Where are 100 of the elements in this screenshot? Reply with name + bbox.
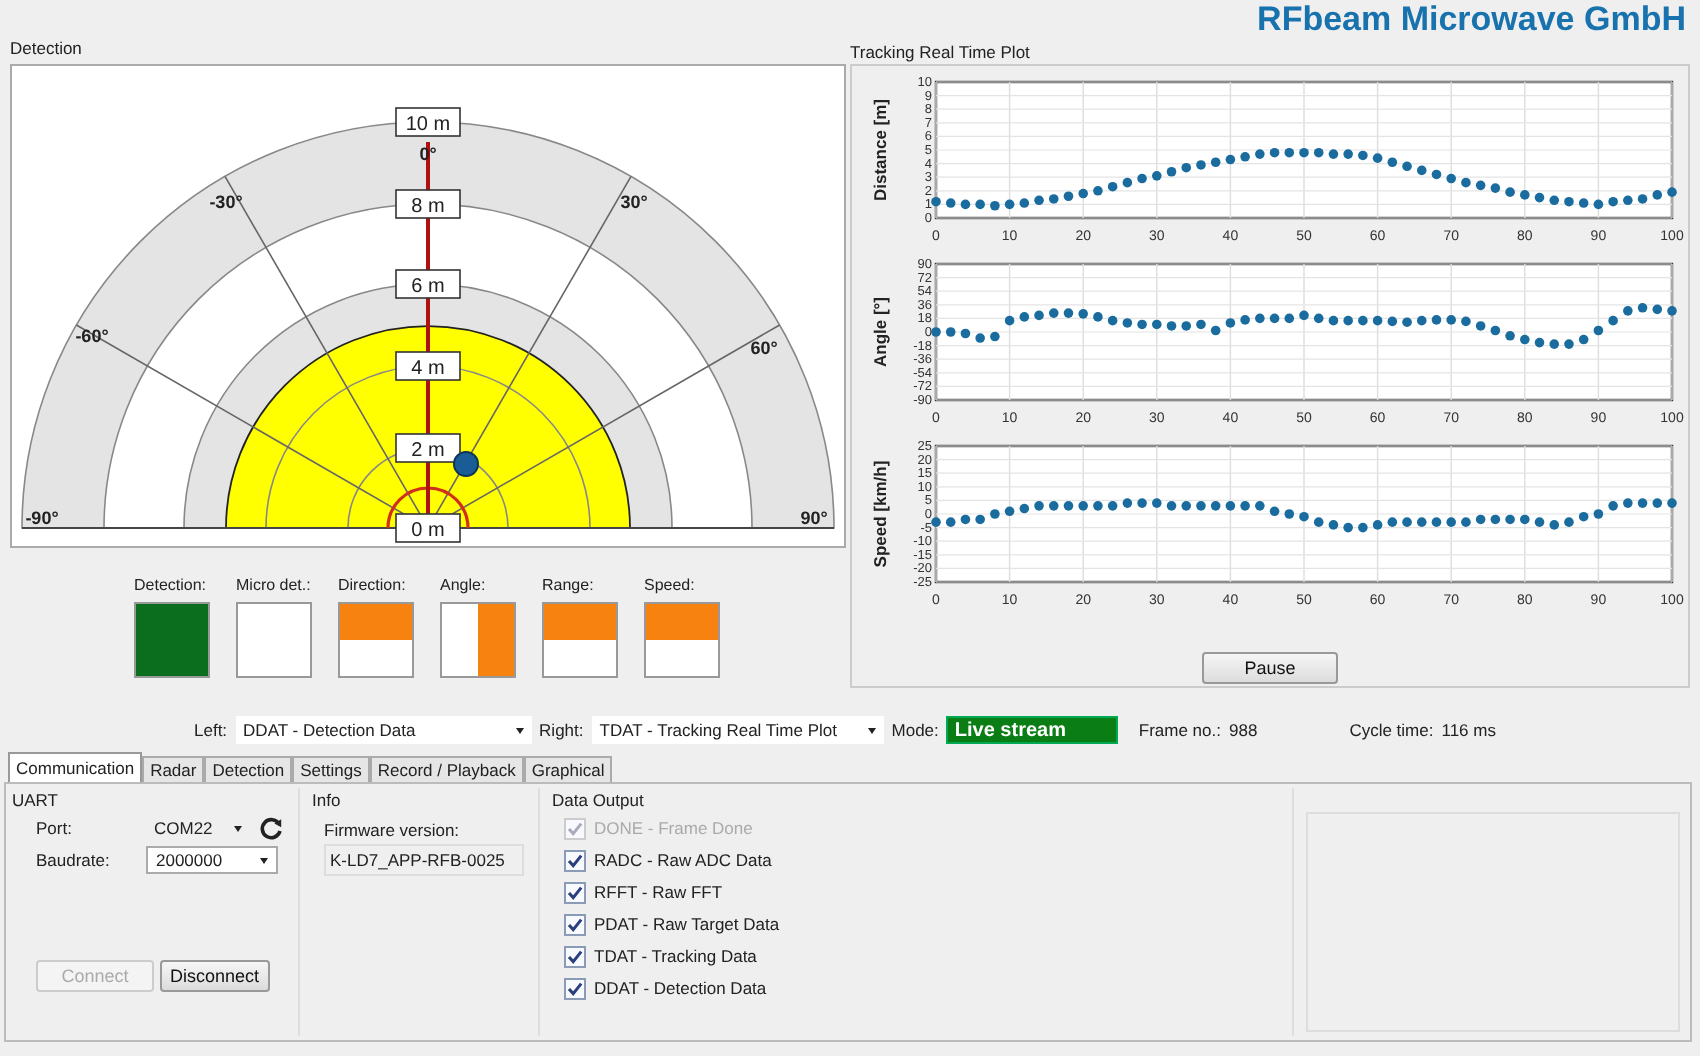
data-point [1475,514,1486,525]
data-point [1078,188,1088,199]
data-point [1225,501,1236,511]
data-point [1166,501,1177,511]
checkbox-label: DDAT - Detection Data [594,978,767,998]
data-point [1372,315,1383,326]
data-point [1166,321,1177,331]
axis-label: Angle [°] [870,296,890,368]
data-point [1608,501,1618,511]
data-point [1564,196,1574,207]
data-point [1387,157,1398,168]
data-point [990,331,1000,342]
data-point [1166,166,1177,177]
data-point [1416,165,1427,176]
port-select[interactable]: COM22 [146,814,250,842]
data-point [1284,509,1295,519]
data-point [1137,173,1147,184]
data-point [931,327,941,337]
data-point [1122,498,1133,508]
cycle-value: 116 ms [1441,720,1496,740]
checkbox[interactable] [564,945,586,967]
data-point [1137,319,1147,330]
caret-icon [515,727,524,733]
data-point [1107,181,1118,192]
data-point [1343,149,1353,159]
range-label: 4 m [395,351,461,381]
data-point [1608,315,1618,326]
data-point [1107,501,1118,511]
data-point [1063,191,1074,202]
right-view-select[interactable]: TDAT - Tracking Real Time Plot [591,716,884,744]
angle-label: -30° [209,192,243,212]
data-point [1019,198,1030,208]
tab[interactable]: Graphical [523,756,613,782]
tab[interactable]: Communication [8,752,143,782]
data-point [1652,498,1663,508]
data-point [1549,520,1560,530]
data-point [1593,509,1604,519]
indicator-label: Micro det.: [236,576,312,596]
frame-label: Frame no.: [1138,720,1221,740]
data-point [1431,315,1442,325]
data-point [1299,147,1309,158]
data-point [1534,517,1545,527]
data-point [1181,501,1192,511]
data-point [1637,194,1648,204]
data-point [1490,514,1501,525]
data-point [1269,313,1280,324]
checkbox[interactable] [564,913,586,935]
data-point [1034,195,1044,206]
data-point [1328,315,1339,326]
refresh-icon[interactable] [258,815,284,841]
tab[interactable]: Settings [292,756,370,782]
left-label: Left: [194,720,228,740]
data-point [1019,503,1030,514]
pause-button[interactable]: Pause [1202,652,1338,684]
data-point [1372,153,1383,163]
data-point [1313,313,1324,324]
data-point [1372,520,1383,530]
data-point [1225,318,1236,328]
baudrate-select[interactable]: 2000000 [146,846,278,874]
data-point [1240,501,1250,511]
data-point [1269,506,1280,517]
data-point [1048,194,1059,204]
data-point [1461,316,1471,327]
data-point [1652,304,1663,315]
right-label: Right: [539,720,584,740]
checkbox-label: RADC - Raw ADC Data [594,850,772,870]
data-point [1534,337,1545,348]
mode-status: Live stream [946,716,1119,744]
firmware-field: K-LD7_APP-RFB-0025 [324,844,524,876]
tab[interactable]: Record / Playback [369,756,524,782]
data-point [1299,511,1309,522]
checkbox[interactable] [564,849,586,871]
data-point [1461,517,1471,527]
firmware-label: Firmware version: [322,820,462,840]
data-point [1093,186,1103,196]
data-point [945,198,956,208]
data-point [1181,321,1192,331]
connection-button[interactable]: Disconnect [160,960,270,992]
data-point [1122,177,1133,188]
checkbox[interactable] [564,977,586,999]
checkbox[interactable] [564,881,586,903]
data-point [1284,147,1295,158]
data-point [1255,149,1265,159]
data-point [1034,310,1044,321]
data-point [1284,313,1295,324]
data-point [1431,517,1442,527]
data-point [1093,312,1103,322]
data-point [1402,161,1412,172]
data-point [1004,315,1015,326]
data-point [931,196,941,207]
data-point [1358,150,1368,161]
tab[interactable]: Detection [204,756,293,782]
data-point [1637,303,1648,313]
data-point [1137,498,1147,508]
checkbox-label: TDAT - Tracking Data [594,946,757,966]
data-point [990,200,1000,211]
data-point [1623,306,1633,316]
tab[interactable]: Radar [142,756,205,782]
left-view-select[interactable]: DDAT - Detection Data [235,716,532,744]
data-point [1210,501,1221,511]
